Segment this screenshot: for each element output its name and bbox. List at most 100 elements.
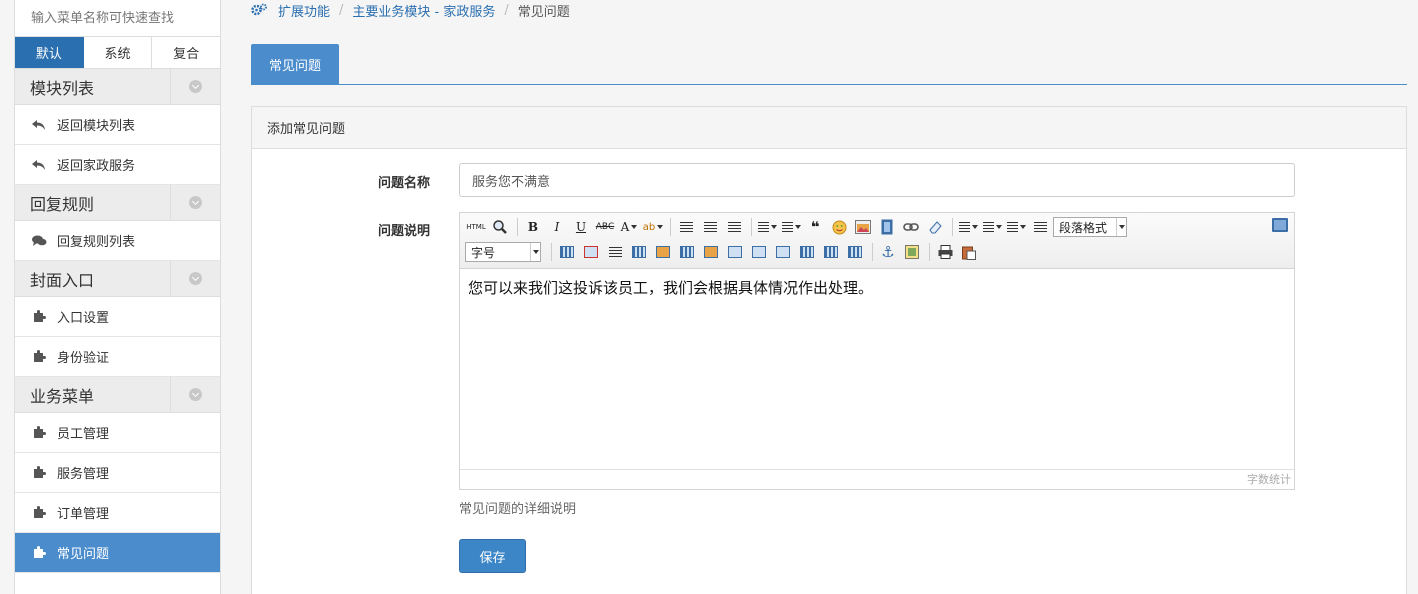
chevron-down-icon — [189, 196, 202, 209]
sidebar-item-label: 订单管理 — [57, 507, 110, 522]
delete-table-icon[interactable] — [580, 242, 602, 262]
group-business-menu[interactable]: 业务菜单 — [15, 376, 220, 413]
toolbar-separator — [751, 218, 752, 236]
group-cover-entry[interactable]: 封面入口 — [15, 260, 220, 297]
breadcrumb-module[interactable]: 主要业务模块 - 家政服务 — [352, 1, 495, 20]
align-center-icon[interactable] — [699, 217, 721, 237]
sidebar-item-identity-verify[interactable]: 身份验证 — [15, 337, 220, 377]
breadcrumb-extensions[interactable]: 扩展功能 — [278, 1, 330, 20]
emoticon-icon[interactable] — [828, 217, 850, 237]
split-rows-icon[interactable] — [820, 242, 842, 262]
breadcrumb-separator: / — [504, 2, 509, 18]
puzzle-icon — [31, 426, 47, 440]
tab-system[interactable]: 系统 — [83, 37, 153, 68]
insert-table-icon[interactable] — [556, 242, 578, 262]
group-title: 模块列表 — [30, 78, 95, 98]
group-toggle[interactable] — [170, 376, 220, 413]
toolbar-separator — [872, 243, 873, 261]
indent-icon[interactable] — [1029, 217, 1051, 237]
paragraph-format-value: 段落格式 — [1059, 220, 1108, 235]
breadcrumb: 扩展功能 / 主要业务模块 - 家政服务 / 常见问题 — [251, 0, 1407, 20]
split-cells-icon[interactable] — [796, 242, 818, 262]
insert-frame-icon[interactable] — [901, 242, 923, 262]
strikethrough-icon[interactable]: ABC — [594, 217, 616, 237]
chevron-down-icon — [189, 272, 202, 285]
chevron-down-icon — [189, 80, 202, 93]
fullscreen-icon[interactable] — [1272, 218, 1288, 232]
tab-faq[interactable]: 常见问题 — [251, 44, 339, 85]
insert-col-icon[interactable] — [676, 242, 698, 262]
paragraph-format-select[interactable]: 段落格式 — [1053, 217, 1127, 237]
paste-icon[interactable] — [958, 242, 980, 262]
sidebar-item-service[interactable]: 服务管理 — [15, 453, 220, 493]
bold-icon[interactable]: B — [522, 217, 544, 237]
line-height-icon[interactable] — [1005, 217, 1027, 237]
reply-icon — [31, 158, 47, 172]
split-cols-icon[interactable] — [844, 242, 866, 262]
save-button[interactable]: 保存 — [459, 539, 526, 573]
group-title: 封面入口 — [30, 270, 95, 290]
group-title: 回复规则 — [30, 194, 95, 214]
italic-icon[interactable]: I — [546, 217, 568, 237]
word-count: 字数统计 — [460, 469, 1294, 489]
sidebar-item-label: 入口设置 — [57, 311, 110, 326]
ordered-list-icon[interactable] — [756, 217, 778, 237]
preview-icon[interactable] — [489, 217, 511, 237]
video-icon[interactable] — [876, 217, 898, 237]
sidebar: 默认 系统 复合 模块列表 返回模块列表 返回家政服务 回复规则 回复规则列表 … — [14, 0, 221, 594]
delete-row-icon[interactable] — [652, 242, 674, 262]
unordered-list-icon[interactable] — [780, 217, 802, 237]
sidebar-item-staff[interactable]: 员工管理 — [15, 413, 220, 453]
form-panel: 添加常见问题 问题名称 问题说明 HTML B I U ABC A ab — [251, 106, 1407, 594]
merge-down-icon[interactable] — [772, 242, 794, 262]
sidebar-item-orders[interactable]: 订单管理 — [15, 493, 220, 533]
merge-cells-icon[interactable] — [724, 242, 746, 262]
editor-content[interactable]: 您可以来我们这投诉该员工，我们会根据具体情况作出处理。 — [460, 269, 1294, 469]
page-tabs: 常见问题 — [251, 44, 1407, 85]
sidebar-item-back-housekeeping[interactable]: 返回家政服务 — [15, 145, 220, 185]
align-right-icon[interactable] — [723, 217, 745, 237]
sidebar-item-label: 返回模块列表 — [57, 119, 136, 134]
group-toggle[interactable] — [170, 260, 220, 297]
chevron-down-icon — [189, 388, 202, 401]
sidebar-item-reply-rule-list[interactable]: 回复规则列表 — [15, 221, 220, 261]
source-html-button[interactable]: HTML — [465, 217, 487, 237]
sidebar-item-back-module-list[interactable]: 返回模块列表 — [15, 105, 220, 145]
question-desc-label: 问题说明 — [377, 224, 430, 239]
tab-composite[interactable]: 复合 — [152, 37, 221, 68]
insert-row-icon[interactable] — [628, 242, 650, 262]
help-text: 常见问题的详细说明 — [459, 502, 577, 517]
row-spacing-top-icon[interactable] — [957, 217, 979, 237]
delete-col-icon[interactable] — [700, 242, 722, 262]
group-reply-rules[interactable]: 回复规则 — [15, 184, 220, 221]
sidebar-item-faq[interactable]: 常见问题 — [15, 533, 220, 573]
link-icon[interactable] — [900, 217, 922, 237]
group-toggle[interactable] — [170, 68, 220, 105]
highlight-color-icon[interactable]: ab — [642, 217, 664, 237]
menu-search-input[interactable] — [31, 10, 204, 26]
group-module-list[interactable]: 模块列表 — [15, 68, 220, 105]
sidebar-item-label: 回复规则列表 — [57, 235, 136, 250]
font-size-select[interactable]: 字号 — [465, 242, 541, 262]
sidebar-item-label: 服务管理 — [57, 467, 110, 482]
eraser-icon[interactable] — [924, 217, 946, 237]
sidebar-item-entry-settings[interactable]: 入口设置 — [15, 297, 220, 337]
group-toggle[interactable] — [170, 184, 220, 221]
anchor-icon[interactable]: ⚓ — [877, 242, 899, 262]
font-color-icon[interactable]: A — [618, 217, 640, 237]
sidebar-tabs: 默认 系统 复合 — [15, 37, 221, 69]
breadcrumb-current: 常见问题 — [517, 4, 570, 20]
reply-icon — [31, 118, 47, 132]
question-name-input[interactable] — [459, 163, 1295, 197]
puzzle-icon — [31, 466, 47, 480]
align-left-icon[interactable] — [675, 217, 697, 237]
insert-caption-icon[interactable] — [604, 242, 626, 262]
row-spacing-bottom-icon[interactable] — [981, 217, 1003, 237]
sidebar-item-label: 员工管理 — [57, 427, 110, 442]
tab-default[interactable]: 默认 — [15, 37, 84, 68]
underline-icon[interactable]: U — [570, 217, 592, 237]
print-icon[interactable] — [934, 242, 956, 262]
merge-right-icon[interactable] — [748, 242, 770, 262]
blockquote-icon[interactable]: ❝ — [804, 217, 826, 237]
image-icon[interactable] — [852, 217, 874, 237]
